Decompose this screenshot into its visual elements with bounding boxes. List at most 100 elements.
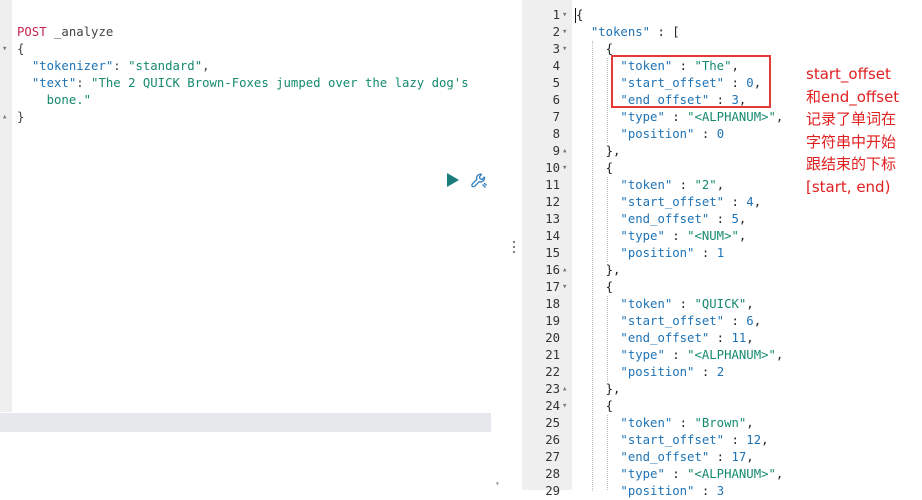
line-number: 25 <box>545 416 560 430</box>
line-number: 10 <box>545 161 560 175</box>
line-number: 15 <box>545 246 560 260</box>
request-editor[interactable]: POST _analyze{ "tokenizer": "standard", … <box>0 0 492 490</box>
response-line: { <box>576 8 584 22</box>
response-line: "position" : 0 <box>620 127 725 141</box>
code-token: POST <box>17 25 47 39</box>
fold-toggle-icon[interactable]: ▾ <box>2 41 11 58</box>
indent-guide <box>592 41 593 491</box>
line-number: 17 <box>545 280 560 294</box>
line-number: 28 <box>545 467 560 481</box>
request-code[interactable]: POST _analyze{ "tokenizer": "standard", … <box>0 0 492 412</box>
indent-guide <box>607 296 608 381</box>
line-number: 29 <box>545 484 560 498</box>
code-token: "tokenizer" <box>31 59 114 73</box>
code-token: , <box>202 59 210 73</box>
line-number: 20 <box>545 331 560 345</box>
fold-toggle-icon[interactable]: ▾ <box>562 398 571 415</box>
line-number: 3 <box>552 42 560 56</box>
code-token: { <box>17 42 25 56</box>
request-line[interactable]: bone." <box>17 92 91 109</box>
wrench-icon[interactable] <box>470 172 488 190</box>
line-number: 12 <box>545 195 560 209</box>
fold-toggle-icon[interactable]: ▾ <box>562 279 571 296</box>
response-line: { <box>576 399 614 413</box>
line-number: 22 <box>545 365 560 379</box>
code-token: "standard" <box>128 59 203 73</box>
response-line: { <box>576 280 614 294</box>
code-token: "text" <box>31 76 77 90</box>
line-number: 11 <box>545 178 560 192</box>
annotation-line: 字符串中开始 <box>806 132 897 151</box>
code-token: _analyze <box>46 25 114 39</box>
fold-toggle-icon[interactable]: ▴ <box>2 109 11 126</box>
fold-toggle-icon[interactable]: ▾ <box>562 160 571 177</box>
request-line[interactable]: "tokenizer": "standard", <box>17 58 210 75</box>
fold-toggle-icon[interactable]: ▾ <box>562 24 571 41</box>
line-number: 13 <box>545 212 560 226</box>
code-token: : <box>76 76 92 90</box>
code-token: : <box>113 59 129 73</box>
annotation-note: start_offset 和end_offset 记录了单词在 字符串中开始 跟结束的下… <box>806 63 918 198</box>
line-number: 19 <box>545 314 560 328</box>
response-line: "start_offset" : 4, <box>620 195 762 209</box>
request-line[interactable]: "text": "The 2 QUICK Brown-Foxes jumped … <box>17 75 469 92</box>
response-line: { <box>576 42 614 56</box>
annotation-line: 记录了单词在 <box>806 110 897 128</box>
response-line: "start_offset" : 12, <box>620 433 769 447</box>
line-number: 16 <box>545 263 560 277</box>
panel-splitter[interactable] <box>508 0 522 490</box>
line-number: 5 <box>552 76 560 90</box>
line-number: 4 <box>552 59 560 73</box>
line-number: 1 <box>552 8 560 22</box>
horizontal-scrollbar[interactable] <box>0 413 491 432</box>
fold-toggle-icon[interactable]: ▾ <box>562 41 571 58</box>
response-line: "end_offset" : 5, <box>620 212 747 226</box>
line-number: 6 <box>552 93 560 107</box>
response-line: }, <box>576 382 621 396</box>
response-line: "end_offset" : 17, <box>620 450 754 464</box>
code-token: bone." <box>17 93 92 107</box>
response-line: "start_offset" : 6, <box>620 314 762 328</box>
response-line: "type" : "<NUM>", <box>620 229 747 243</box>
response-line: { <box>576 161 614 175</box>
indent-guide <box>607 58 608 143</box>
response-line: "token" : "2", <box>620 178 725 192</box>
response-line: }, <box>576 144 621 158</box>
request-line[interactable]: { <box>17 41 24 58</box>
line-number: 21 <box>545 348 560 362</box>
line-number: 26 <box>545 433 560 447</box>
line-number: 2 <box>552 25 560 39</box>
annotation-line: 和end_offset <box>806 87 900 106</box>
request-line[interactable]: } <box>17 109 24 126</box>
indent-guide <box>607 415 608 490</box>
response-line: "token" : "Brown", <box>620 416 754 430</box>
line-number: 8 <box>552 127 560 141</box>
line-number: 14 <box>545 229 560 243</box>
fold-toggle-icon[interactable]: ▾ <box>562 7 571 24</box>
line-number: 27 <box>545 450 560 464</box>
response-line: "position" : 2 <box>620 365 725 379</box>
text-cursor <box>575 8 576 23</box>
annotation-line: start_offset <box>806 65 891 83</box>
resize-corner[interactable]: ▾ <box>495 480 501 488</box>
response-line: "token" : "QUICK", <box>620 297 754 311</box>
response-line: "tokens" : [ <box>590 25 680 39</box>
line-number: 18 <box>545 297 560 311</box>
fold-toggle-icon[interactable]: ▴ <box>562 143 571 160</box>
play-icon[interactable] <box>446 172 460 188</box>
annotation-highlight-box <box>611 55 771 108</box>
fold-toggle-icon[interactable]: ▴ <box>562 262 571 279</box>
response-line: "position" : 3 <box>620 484 725 498</box>
line-number: 7 <box>552 110 560 124</box>
fold-toggle-icon[interactable]: ▴ <box>562 381 571 398</box>
response-line: "end_offset" : 11, <box>620 331 754 345</box>
response-line: "position" : 1 <box>620 246 725 260</box>
line-number: 9 <box>552 144 560 158</box>
code-token: } <box>17 110 25 124</box>
code-token: "The 2 QUICK Brown-Foxes jumped over the… <box>91 76 469 90</box>
annotation-line: 跟结束的下标 <box>806 155 897 173</box>
drag-handle-icon[interactable] <box>513 241 516 255</box>
request-line[interactable]: POST _analyze <box>17 24 113 41</box>
